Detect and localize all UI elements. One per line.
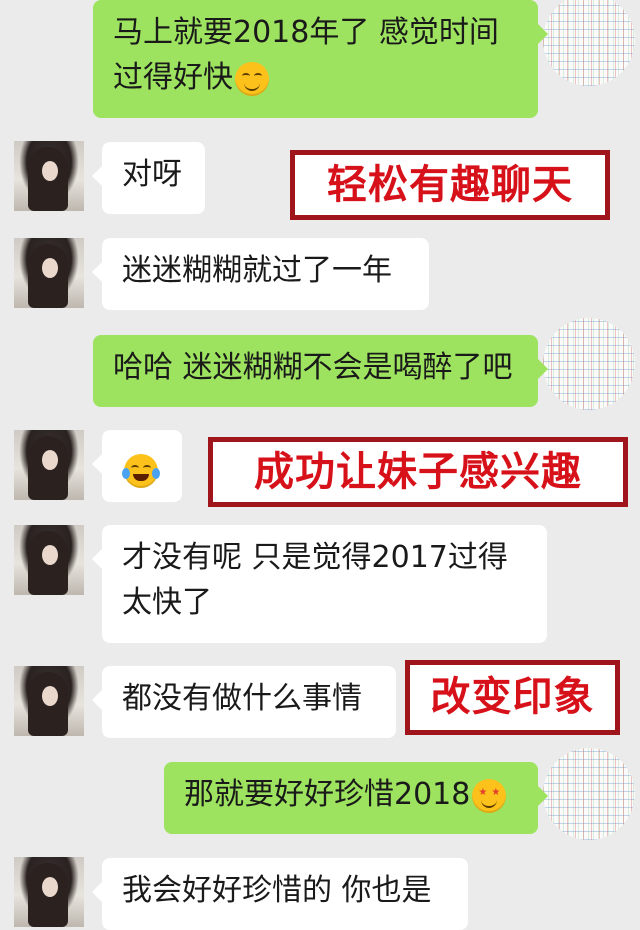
message-text: 那就要好好珍惜2018 xyxy=(184,777,471,812)
smiling-emoji-icon xyxy=(235,61,269,96)
message-text: 马上就要2018年了 感觉时间过得好快 xyxy=(113,15,499,95)
message-bubble-other[interactable]: 我会好好珍惜的 你也是 xyxy=(92,858,468,930)
message-text: 才没有呢 只是觉得2017过得太快了 xyxy=(122,540,508,620)
self-avatar[interactable] xyxy=(543,748,635,840)
message-text: 我会好好珍惜的 你也是 xyxy=(122,873,432,908)
tears-of-joy-emoji-icon xyxy=(122,453,160,488)
message-text: 对呀 xyxy=(122,157,182,192)
annotation-label: 轻松有趣聊天 xyxy=(290,150,610,220)
annotation-label: 改变印象 xyxy=(405,660,620,735)
message-bubble-other[interactable] xyxy=(92,430,182,502)
message-bubble-other[interactable]: 迷迷糊糊就过了一年 xyxy=(92,238,429,310)
message-bubble-other[interactable]: 才没有呢 只是觉得2017过得太快了 xyxy=(92,525,547,643)
message-text: 都没有做什么事情 xyxy=(122,681,362,716)
message-bubble-self[interactable]: 哈哈 迷迷糊糊不会是喝醉了吧 xyxy=(93,335,548,407)
message-bubble-other[interactable]: 对呀 xyxy=(92,142,205,214)
self-avatar[interactable] xyxy=(543,318,635,410)
star-eyes-emoji-icon: ★ ★ xyxy=(472,778,507,813)
contact-avatar[interactable] xyxy=(14,141,84,211)
contact-avatar[interactable] xyxy=(14,238,84,308)
contact-avatar[interactable] xyxy=(14,430,84,500)
message-bubble-self[interactable]: 那就要好好珍惜2018 ★ ★ xyxy=(164,762,548,834)
self-avatar[interactable] xyxy=(543,0,635,86)
contact-avatar[interactable] xyxy=(14,525,84,595)
contact-avatar[interactable] xyxy=(14,857,84,927)
contact-avatar[interactable] xyxy=(14,666,84,736)
message-bubble-self[interactable]: 马上就要2018年了 感觉时间过得好快 xyxy=(93,0,548,118)
message-bubble-other[interactable]: 都没有做什么事情 xyxy=(92,666,396,738)
message-text: 迷迷糊糊就过了一年 xyxy=(122,253,392,288)
message-text: 哈哈 迷迷糊糊不会是喝醉了吧 xyxy=(113,350,513,385)
annotation-label: 成功让妹子感兴趣 xyxy=(208,437,628,507)
